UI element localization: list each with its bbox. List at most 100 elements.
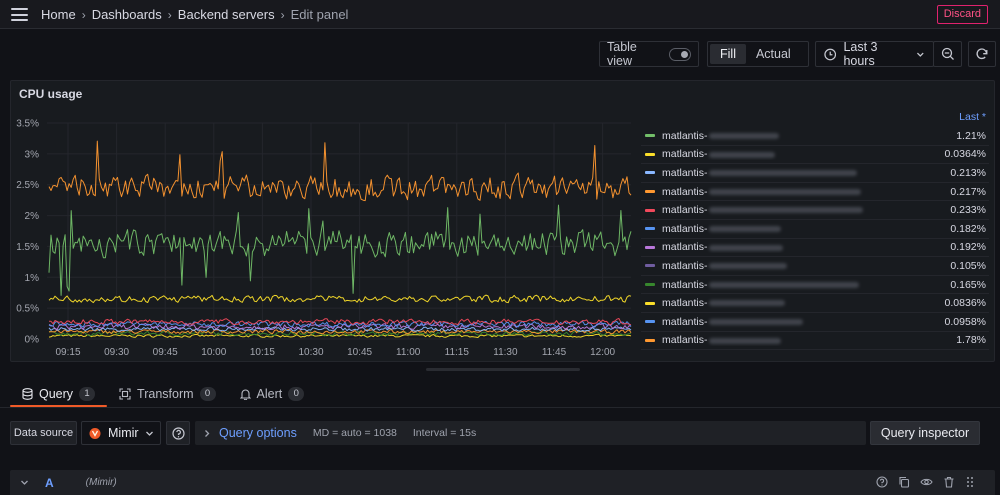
x-tick-label: 10:30 [298,347,323,358]
y-tick-label: 0.5% [16,304,39,315]
legend-color-swatch [645,338,655,342]
clock-icon [824,48,837,60]
legend-last-value: 0.213% [950,166,986,179]
legend-series-name-text: matlantis- [662,129,708,142]
panel-resize-handle[interactable] [426,368,580,371]
legend-series-name: matlantis- [662,148,912,160]
breadcrumb-dashboard[interactable]: Backend servers [178,7,275,22]
discard-button[interactable]: Discard [936,5,988,24]
refresh-button[interactable] [968,41,996,67]
breadcrumb-home[interactable]: Home [41,7,76,22]
breadcrumb-separator: › [280,7,285,22]
fill-actual-selector: Fill Actual [707,41,809,67]
chevron-down-icon [917,52,925,57]
legend-row[interactable]: matlantis- 0.233% [641,201,989,220]
x-tick-label: 10:45 [347,347,372,358]
query-ref-id[interactable]: A [45,476,54,490]
y-tick-label: 3.5% [16,119,39,130]
breadcrumb-separator: › [167,7,172,22]
legend-series-name-text: matlantis- [662,222,708,235]
legend-color-swatch [645,190,655,194]
legend-color-swatch [645,134,655,138]
x-tick-label: 09:30 [104,347,129,358]
zoom-out-icon [941,47,954,60]
mimir-logo-icon [89,428,101,439]
chevron-down-icon [146,431,153,436]
legend-last-value: 0.0364% [944,148,986,161]
legend-row[interactable]: matlantis- 0.217% [641,183,989,202]
cpu-usage-chart[interactable]: 3.5% 3% 2.5% 2% 1.5% 1% 0.5% 0% 09:15 09:30 09:45 1… [11,81,636,363]
legend-row[interactable]: matlantis- 0.0364% [641,146,989,165]
query-row-datasource: (Mimir) [85,477,117,488]
legend-row[interactable]: matlantis- 0.105% [641,257,989,276]
tab-alert[interactable]: Alert 0 [228,383,317,405]
legend-color-swatch [645,283,655,287]
x-tick-label: 11:00 [396,347,421,358]
y-tick-label: 1% [25,273,40,284]
legend-last-value: 0.0836% [944,297,986,310]
tab-query[interactable]: Query 1 [10,383,108,407]
legend-series-name: matlantis- [662,334,912,346]
fill-button[interactable]: Fill [710,44,746,64]
tab-alert-count: 0 [288,387,305,401]
legend-color-swatch [645,152,655,156]
top-nav-bar: Home › Dashboards › Backend servers › Ed… [0,0,1000,29]
legend-row[interactable]: matlantis- 0.192% [641,239,989,258]
x-tick-label: 10:15 [250,347,275,358]
breadcrumb-dashboards[interactable]: Dashboards [92,7,162,22]
drag-handle-icon[interactable] [965,476,975,488]
series-line [48,140,632,202]
table-view-toggle[interactable]: Table view [599,40,699,68]
time-range-picker[interactable]: Last 3 hours [815,40,934,68]
help-icon[interactable] [876,476,888,488]
tab-transform[interactable]: Transform 0 [107,383,228,405]
collapse-chevron-icon[interactable] [20,478,29,487]
legend-series-name-redacted [708,170,857,177]
legend-series-name: matlantis- [662,186,912,198]
legend-series-name: matlantis- [662,241,912,253]
legend-series-name: matlantis- [662,297,912,309]
legend-row[interactable]: matlantis- 0.213% [641,164,989,183]
x-tick-label: 09:45 [153,347,178,358]
legend-row[interactable]: matlantis- 0.182% [641,220,989,239]
query-inspector-button[interactable]: Query inspector [870,421,980,445]
legend-series-name-text: matlantis- [662,297,708,310]
tab-query-count: 1 [79,387,96,401]
legend-row[interactable]: matlantis- 0.0836% [641,294,989,313]
legend-series-name-redacted [708,225,781,232]
series-line [48,333,632,338]
transform-icon [119,388,131,400]
zoom-out-button[interactable] [933,41,962,67]
y-tick-label: 1.5% [16,242,39,253]
menu-icon[interactable] [11,8,28,21]
legend-color-swatch [645,171,655,175]
actual-button[interactable]: Actual [746,44,801,64]
tab-query-label: Query [39,387,74,401]
query-options[interactable]: Query options MD = auto = 1038 Interval … [195,421,866,445]
duplicate-icon[interactable] [898,476,910,488]
x-tick-label: 10:00 [201,347,226,358]
legend-series-name-redacted [708,337,781,344]
data-source-help-button[interactable] [166,421,190,445]
y-tick-label: 2% [25,211,40,222]
legend-series-name-redacted [708,244,783,251]
legend-series-name: matlantis- [662,316,912,328]
tab-transform-count: 0 [199,387,216,401]
breadcrumb-separator: › [81,7,86,22]
legend-series-name-text: matlantis- [662,185,708,198]
legend-row[interactable]: matlantis- 0.165% [641,276,989,295]
legend-row[interactable]: matlantis- 1.78% [641,332,989,351]
tab-transform-label: Transform [137,387,194,401]
data-source-picker[interactable]: Mimir [81,421,161,445]
legend-series-name-text: matlantis- [662,148,708,161]
editor-tabs: Query 1 Transform 0 Alert 0 [10,383,316,407]
legend-series-name-text: matlantis- [662,241,708,254]
legend-row[interactable]: matlantis- 1.21% [641,127,989,146]
table-view-switch[interactable] [669,47,691,61]
eye-icon[interactable] [920,476,933,488]
legend-sort-header[interactable]: Last * [641,111,989,127]
legend-row[interactable]: matlantis- 0.0958% [641,313,989,332]
legend-last-value: 0.105% [950,259,986,272]
legend-series-name: matlantis- [662,204,912,216]
trash-icon[interactable] [943,476,955,488]
